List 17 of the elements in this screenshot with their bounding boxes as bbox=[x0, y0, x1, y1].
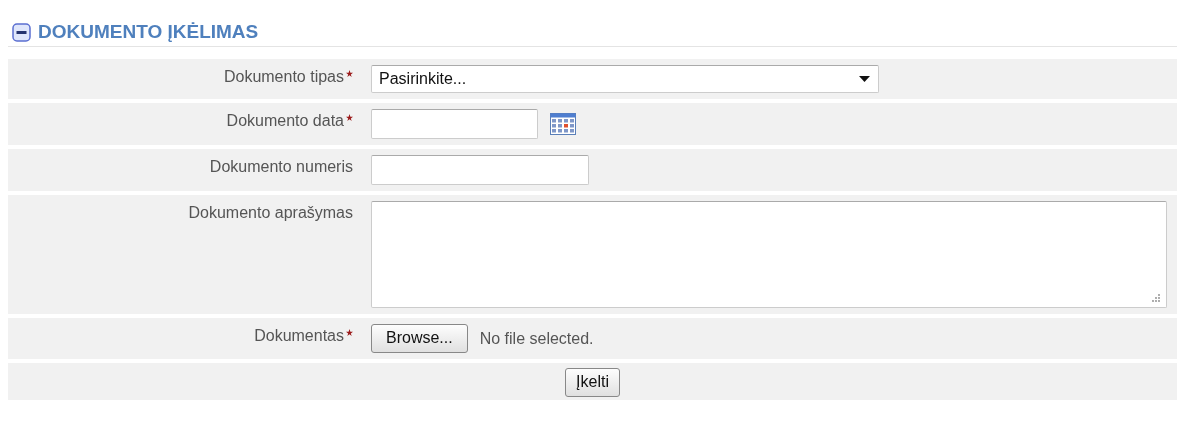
caret-icon bbox=[859, 76, 870, 82]
type-dropdown[interactable]: Pasirinkite... bbox=[371, 65, 879, 93]
number-field[interactable] bbox=[371, 155, 589, 185]
section-title: DOKUMENTO ĮKĖLIMAS bbox=[38, 21, 259, 43]
field-label: Dokumento aprašymas bbox=[188, 204, 353, 222]
calendar-icon[interactable] bbox=[550, 113, 576, 135]
collapse-icon[interactable] bbox=[12, 22, 31, 42]
upload-button[interactable]: Įkelti bbox=[565, 368, 620, 397]
field-label: Dokumentas bbox=[254, 327, 344, 345]
description-field[interactable] bbox=[371, 201, 1167, 308]
field-label: Dokumento data bbox=[226, 112, 344, 130]
date-field[interactable] bbox=[371, 109, 538, 139]
file-status: No file selected. bbox=[479, 329, 594, 348]
field-label: Dokumento tipas bbox=[223, 68, 344, 86]
field-label: Dokumento numeris bbox=[209, 158, 353, 176]
browse-button[interactable]: Browse... bbox=[371, 324, 468, 353]
resize-grip-icon[interactable] bbox=[1152, 294, 1160, 302]
